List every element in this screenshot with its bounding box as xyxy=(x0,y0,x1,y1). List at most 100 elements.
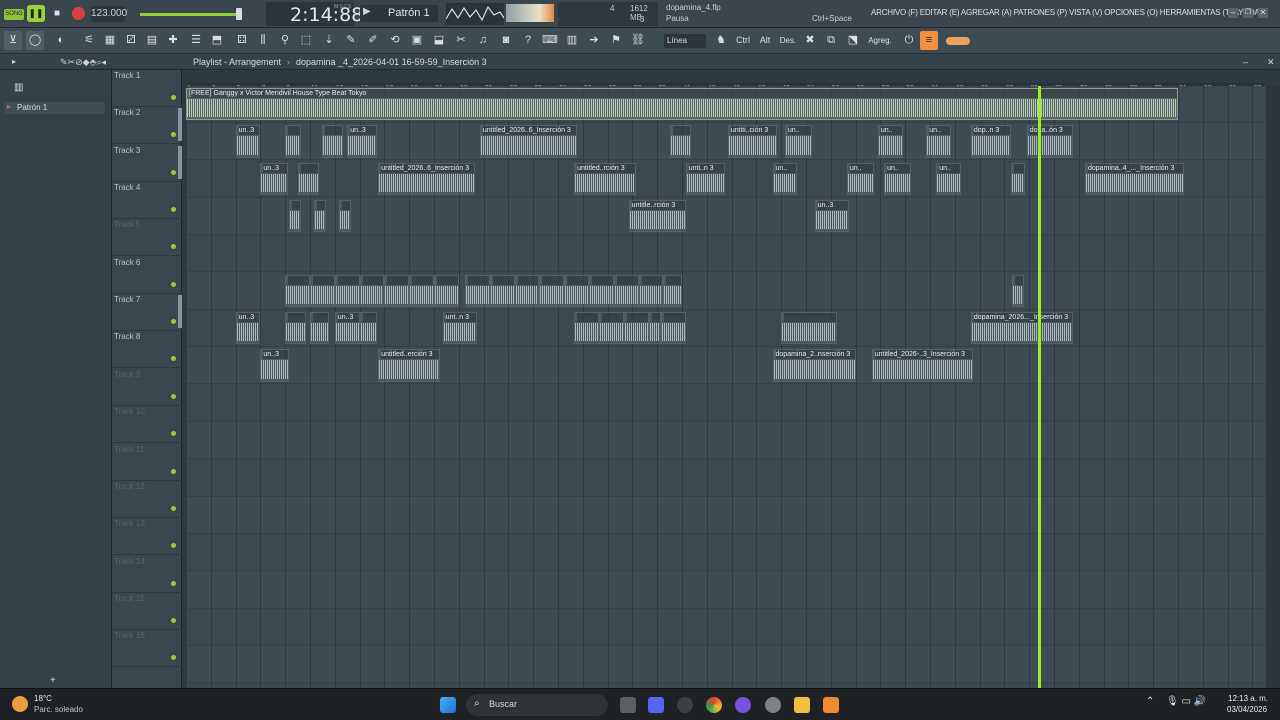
audio-clip[interactable] xyxy=(285,125,302,158)
track-header[interactable]: Track 10 xyxy=(112,406,182,444)
paste-icon[interactable]: ⬔ xyxy=(844,31,862,50)
master-volume-slider[interactable] xyxy=(140,13,240,16)
audio-clip[interactable]: untitled..erción 3 xyxy=(378,349,441,382)
snap-icon[interactable]: ⊻ xyxy=(4,31,22,50)
maximize-button[interactable]: ❐ xyxy=(1243,8,1253,18)
alt-button[interactable]: Alt xyxy=(756,31,774,50)
audio-clip[interactable] xyxy=(1010,162,1026,196)
audio-clip[interactable]: dopamina_2..nserción 3 xyxy=(772,349,856,382)
channel-rack-icon[interactable]: ▦ xyxy=(101,31,119,50)
panel-minimize-icon[interactable]: – xyxy=(1243,54,1248,70)
playlist-pattern-icon[interactable]: ✎✂⊘◆⬘⌕◂ xyxy=(60,54,106,70)
piano-icon[interactable]: ▥ xyxy=(563,31,581,50)
pencil-icon[interactable]: ✎ xyxy=(342,31,360,50)
song-mode-button[interactable]: SONG xyxy=(4,9,24,20)
plugin-picker-icon[interactable]: ✚ xyxy=(164,31,182,50)
track-header[interactable]: Track 7 xyxy=(112,294,182,332)
browser-icon[interactable]: ▤ xyxy=(143,31,161,50)
audio-clip[interactable] xyxy=(465,274,490,308)
discord-icon[interactable] xyxy=(648,697,664,713)
audio-clip[interactable] xyxy=(310,312,329,345)
audio-clip[interactable]: un..3 xyxy=(260,349,289,382)
touch-keyboard-icon[interactable]: ⚃ xyxy=(233,31,251,50)
audio-clip[interactable]: untitled..rción 3 xyxy=(574,162,637,196)
track-mute-led[interactable] xyxy=(171,655,176,661)
brush-icon[interactable]: ✐ xyxy=(364,31,382,50)
audio-clip[interactable] xyxy=(359,274,385,308)
audio-clip[interactable]: unti..n 3 xyxy=(685,162,726,196)
weather-icon[interactable] xyxy=(12,696,28,712)
audio-clip[interactable] xyxy=(322,125,344,158)
pin-icon[interactable]: ⏻ xyxy=(900,31,918,50)
arrow-icon[interactable]: ➔ xyxy=(585,31,603,50)
pause-button[interactable]: ❚❚ xyxy=(27,5,45,22)
clock-date[interactable]: 03/04/2026 xyxy=(1227,705,1267,714)
main-menu[interactable]: ARCHIVO (F) EDITAR (E) AGREGAR (A) PATRO… xyxy=(871,8,1260,17)
audio-clip[interactable] xyxy=(334,274,360,308)
audio-clip[interactable] xyxy=(297,162,319,196)
audio-clip[interactable] xyxy=(781,312,837,345)
audio-clip[interactable] xyxy=(638,274,664,308)
track-header[interactable]: Track 1 xyxy=(112,70,182,107)
track-header[interactable]: Track 11 xyxy=(112,444,182,481)
playlist-arrow-icon[interactable]: ▸ xyxy=(12,54,16,70)
panel-close-icon[interactable]: ✕ xyxy=(1267,54,1275,70)
audio-clip[interactable] xyxy=(598,312,624,345)
track-header[interactable]: Track 4 xyxy=(112,182,182,220)
track-header[interactable]: Track 16 xyxy=(112,630,182,668)
audio-clip[interactable] xyxy=(589,274,614,308)
track-header[interactable]: Track 6 xyxy=(112,257,182,294)
audio-clip[interactable]: dopamina_2026..._Inserción 3 xyxy=(970,312,1073,345)
audio-icon[interactable]: ♫ xyxy=(474,31,492,50)
close-button[interactable]: ✕ xyxy=(1258,8,1268,18)
audio-clip[interactable]: untitled_2026-..3_Inserción 3 xyxy=(871,349,974,382)
audio-clip[interactable]: [FREE] Ganggy x Victor Mendivil House Ty… xyxy=(186,88,1178,121)
app-circle-icon[interactable] xyxy=(735,697,751,713)
cut-icon[interactable]: ✂ xyxy=(452,31,470,50)
audio-clip[interactable] xyxy=(660,312,686,345)
audio-clip[interactable]: un.. xyxy=(784,125,813,158)
mixer-icon[interactable]: ⚟ xyxy=(80,31,98,50)
audio-clip[interactable]: untitled_2026..6_Inserción 3 xyxy=(378,162,475,196)
record-button[interactable] xyxy=(72,7,85,20)
delete-icon[interactable]: ✖ xyxy=(801,31,819,50)
audio-clip[interactable] xyxy=(564,274,589,308)
start-button[interactable] xyxy=(440,697,456,713)
chrome-icon[interactable] xyxy=(706,697,722,713)
track-mute-led[interactable] xyxy=(171,356,176,362)
track-header[interactable]: Track 12 xyxy=(112,481,182,518)
minimize-button[interactable]: – xyxy=(1228,8,1238,18)
settings-icon[interactable] xyxy=(765,697,781,713)
track-mute-led[interactable] xyxy=(171,281,176,287)
audio-clip[interactable]: un..3 xyxy=(235,125,261,158)
audio-clip[interactable] xyxy=(338,200,351,233)
track-mute-led[interactable] xyxy=(171,431,176,437)
audio-clip[interactable] xyxy=(434,274,459,308)
recycle-icon[interactable]: ⟲ xyxy=(386,31,404,50)
add-pattern-button[interactable]: + xyxy=(50,675,56,686)
line-mode-dropdown[interactable]: Línea xyxy=(664,34,706,48)
task-view-icon[interactable] xyxy=(620,697,636,713)
track-mute-led[interactable] xyxy=(171,505,176,511)
audio-clip[interactable] xyxy=(648,312,661,345)
audio-clip[interactable]: un..3 xyxy=(260,162,288,196)
track-mute-led[interactable] xyxy=(171,580,176,586)
track-mute-led[interactable] xyxy=(171,617,176,623)
audio-clip[interactable] xyxy=(669,125,691,158)
audio-clip[interactable] xyxy=(489,274,515,308)
add-button[interactable]: Agreg. xyxy=(866,31,894,50)
playhead[interactable] xyxy=(1037,86,1041,688)
save-icon[interactable]: ▣ xyxy=(408,31,426,50)
audio-clip[interactable] xyxy=(409,274,434,308)
help-icon[interactable]: ? xyxy=(519,31,537,50)
audio-clip[interactable]: un..3 xyxy=(334,312,360,345)
fl-studio-icon[interactable] xyxy=(823,697,839,713)
tray-icons[interactable]: 🎙 ▭ 🔊 xyxy=(1166,696,1206,707)
track-header[interactable]: Track 14 xyxy=(112,556,182,593)
track-mute-led[interactable] xyxy=(171,95,176,100)
track-mute-led[interactable] xyxy=(171,393,176,399)
track-header[interactable]: Track 2 xyxy=(112,107,182,145)
audio-clip[interactable] xyxy=(384,274,410,308)
audio-clip[interactable] xyxy=(285,312,307,345)
track-mute-led[interactable] xyxy=(171,468,176,474)
